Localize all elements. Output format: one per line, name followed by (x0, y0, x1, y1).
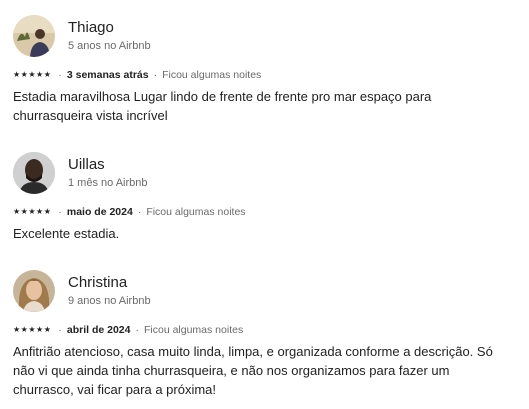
star-rating-icon: ★★★★★ (13, 70, 52, 79)
stay-type: Ficou algumas noites (146, 206, 246, 218)
review-text: Anfitrião atencioso, casa muito linda, l… (13, 344, 493, 397)
review-text: Excelente estadia. (13, 226, 120, 241)
avatar[interactable] (13, 270, 55, 312)
review-header: Thiago 5 anos no Airbnb (13, 14, 513, 58)
separator-dot: · (153, 69, 158, 81)
review-meta: ★★★★★ · maio de 2024 · Ficou algumas noi… (13, 205, 513, 219)
review-header: Uillas 1 mês no Airbnb (13, 151, 513, 195)
reviewer-tenure: 1 mês no Airbnb (68, 177, 148, 189)
star-rating-icon: ★★★★★ (13, 325, 52, 334)
reviewer-name[interactable]: Thiago (68, 18, 151, 37)
stay-type: Ficou algumas noites (143, 324, 244, 336)
review-item: Christina 9 anos no Airbnb ★★★★★ · abril… (13, 269, 513, 399)
avatar[interactable] (13, 152, 55, 194)
review-meta: ★★★★★ · 3 semanas atrás · Ficou algumas … (13, 68, 513, 82)
separator-dot: · (58, 324, 62, 336)
reviewer-name[interactable]: Christina (68, 273, 151, 292)
stay-type: Ficou algumas noites (162, 69, 262, 81)
reviewer-info: Uillas 1 mês no Airbnb (68, 155, 148, 191)
reviewer-name[interactable]: Uillas (68, 155, 148, 174)
separator-dot: · (137, 206, 142, 218)
reviewer-info: Christina 9 anos no Airbnb (68, 273, 151, 309)
review-item: Uillas 1 mês no Airbnb ★★★★★ · maio de 2… (13, 151, 513, 243)
review-date: maio de 2024 (66, 206, 133, 218)
reviewer-tenure: 9 anos no Airbnb (68, 295, 151, 307)
review-header: Christina 9 anos no Airbnb (13, 269, 513, 313)
review-item: Thiago 5 anos no Airbnb ★★★★★ · 3 semana… (13, 14, 513, 125)
review-date: 3 semanas atrás (66, 69, 149, 81)
star-rating-icon: ★★★★★ (13, 207, 52, 216)
reviewer-info: Thiago 5 anos no Airbnb (68, 18, 151, 54)
separator-dot: · (58, 69, 62, 81)
avatar[interactable] (13, 15, 55, 57)
review-meta: ★★★★★ · abril de 2024 · Ficou algumas no… (13, 323, 513, 337)
review-text: Estadia maravilhosa Lugar lindo de frent… (13, 89, 432, 123)
separator-dot: · (58, 206, 62, 218)
reviewer-tenure: 5 anos no Airbnb (68, 40, 151, 52)
separator-dot: · (135, 324, 139, 336)
review-date: abril de 2024 (66, 324, 131, 336)
